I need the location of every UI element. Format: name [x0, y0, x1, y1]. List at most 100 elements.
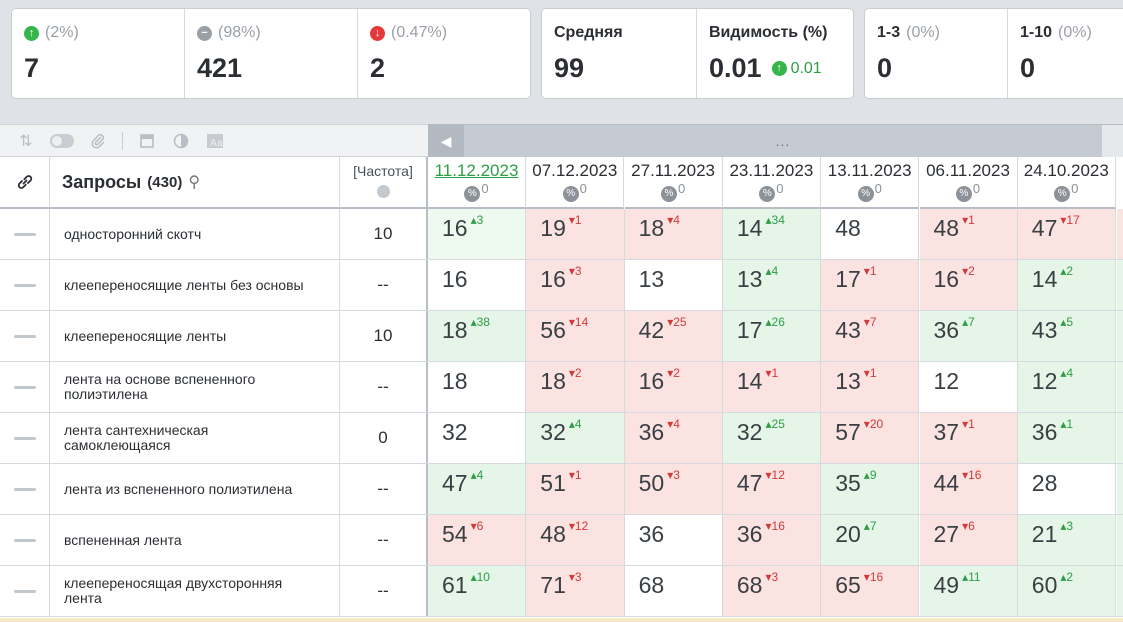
position-cell[interactable]: 51 ▾1: [526, 464, 625, 514]
row-menu-handle[interactable]: [0, 464, 50, 514]
date-column-header[interactable]: 11.12.2023% 0: [428, 157, 526, 209]
window-icon[interactable]: [137, 132, 157, 150]
position-cell[interactable]: 57 ▾20: [821, 413, 920, 463]
percent-icon[interactable]: %: [955, 185, 972, 202]
position-cell[interactable]: 12 ▴4: [1017, 362, 1117, 412]
date-column-header[interactable]: 23.11.2023% 0: [722, 157, 821, 209]
query-text[interactable]: лента на основе вспененного полиэтилена: [50, 362, 340, 412]
position-cell[interactable]: 14 ▴2: [1017, 260, 1117, 310]
queries-column-header[interactable]: Запросы (430) ⚲: [50, 157, 340, 209]
position-cell[interactable]: 36 ▴7: [919, 311, 1018, 361]
date-column-header[interactable]: 24.10.2023% 0: [1017, 157, 1116, 209]
query-text[interactable]: лента сантехническая самоклеющаяся: [50, 413, 340, 463]
position-cell[interactable]: 43 ▾7: [821, 311, 920, 361]
position-cell[interactable]: 20 ▴7: [821, 515, 920, 565]
position-cell[interactable]: 47 ▾12: [722, 464, 822, 514]
position-cell[interactable]: 32 ▴25: [722, 413, 822, 463]
position-cell[interactable]: 44 ▾16: [919, 464, 1018, 514]
position-cell[interactable]: 32: [428, 413, 527, 463]
position-cell[interactable]: 18: [428, 362, 527, 412]
row-menu-handle[interactable]: [0, 362, 50, 412]
position-cell[interactable]: 16 ▾2: [919, 260, 1018, 310]
position-cell[interactable]: 32 ▴4: [526, 413, 625, 463]
table-row[interactable]: клеепереносящие ленты без основы -- 16 16 ▾3…: [0, 260, 1123, 311]
position-cell[interactable]: 42 ▾25: [624, 311, 723, 361]
position-cell[interactable]: 47 ▴4: [428, 464, 527, 514]
stat-unchanged[interactable]: − (98%) 421: [185, 9, 358, 98]
query-text[interactable]: клеепереносящие ленты без основы: [50, 260, 340, 310]
row-menu-handle[interactable]: [0, 311, 50, 361]
table-row[interactable]: лента сантехническая самоклеющаяся 0 32 32 ▴…: [0, 413, 1123, 464]
percent-icon[interactable]: %: [1054, 185, 1071, 202]
date-column-header[interactable]: 07.12.2023% 0: [526, 157, 625, 209]
position-cell[interactable]: 13 ▾1: [821, 362, 920, 412]
percent-icon[interactable]: %: [660, 185, 677, 202]
query-text[interactable]: вспененная лента: [50, 515, 340, 565]
position-cell[interactable]: 48 ▾12: [526, 515, 625, 565]
position-cell[interactable]: 18 ▴38: [428, 311, 527, 361]
position-cell[interactable]: 48: [821, 209, 920, 259]
toggle-switch[interactable]: [50, 133, 74, 148]
query-text[interactable]: односторонний скотч: [50, 209, 340, 259]
position-cell[interactable]: 14 ▴34: [722, 209, 822, 259]
date-column-header[interactable]: 13.11.2023% 0: [821, 157, 920, 209]
stat-top-10[interactable]: 1-10 (0%) 0: [1008, 9, 1123, 98]
position-cell[interactable]: 18 ▾2: [526, 362, 625, 412]
position-cell[interactable]: 14 ▾1: [722, 362, 822, 412]
stat-improved[interactable]: ↑ (2%) 7: [12, 9, 185, 98]
position-cell[interactable]: 48 ▾1: [919, 209, 1018, 259]
position-cell[interactable]: 16: [428, 260, 527, 310]
position-cell[interactable]: 49 ▴11: [919, 566, 1018, 616]
percent-icon[interactable]: %: [857, 185, 874, 202]
table-row[interactable]: вспененная лента -- 54 ▾6 48 ▾12 36 36 ▾16 20 ▴7 27…: [0, 515, 1123, 566]
percent-icon[interactable]: %: [562, 185, 579, 202]
position-cell[interactable]: 18 ▾4: [624, 209, 723, 259]
scroll-left-button[interactable]: ◀: [428, 125, 464, 157]
row-menu-handle[interactable]: [0, 566, 50, 616]
query-text[interactable]: лента из вспененного полиэтилена: [50, 464, 340, 514]
date-columns-scrollbar[interactable]: ◀ ...: [428, 124, 1123, 157]
sort-icon[interactable]: ⇅: [16, 132, 36, 150]
position-cell[interactable]: 27 ▾6: [919, 515, 1018, 565]
position-cell[interactable]: 68 ▾3: [722, 566, 822, 616]
position-cell[interactable]: 50 ▾3: [624, 464, 723, 514]
row-menu-handle[interactable]: [0, 260, 50, 310]
table-row[interactable]: клеепереносящие ленты 10 18 ▴38 56 ▾14 42 ▾25 17…: [0, 311, 1123, 362]
position-cell[interactable]: 13: [625, 260, 723, 310]
table-row[interactable]: клеепереносящая двухсторонняя лента -- 61 ▴…: [0, 566, 1123, 617]
position-cell[interactable]: 17 ▾1: [821, 260, 920, 310]
position-cell[interactable]: 36 ▾4: [624, 413, 723, 463]
position-cell[interactable]: 61 ▴10: [428, 566, 527, 616]
row-menu-handle[interactable]: [0, 413, 50, 463]
position-cell[interactable]: 43 ▴5: [1017, 311, 1117, 361]
table-row[interactable]: лента на основе вспененного полиэтилена -…: [0, 362, 1123, 413]
position-cell[interactable]: 36 ▴1: [1017, 413, 1117, 463]
position-cell[interactable]: 16 ▴3: [428, 209, 527, 259]
frequency-column-header[interactable]: [Частота]: [340, 157, 428, 209]
link-column-header[interactable]: [0, 157, 50, 209]
position-cell[interactable]: 36 ▾16: [722, 515, 822, 565]
position-cell[interactable]: 60 ▴2: [1017, 566, 1117, 616]
position-cell[interactable]: 28: [1018, 464, 1117, 514]
percent-icon[interactable]: %: [759, 185, 776, 202]
position-cell[interactable]: 13 ▴4: [722, 260, 822, 310]
date-column-header[interactable]: 27.11.2023% 0: [624, 157, 723, 209]
contrast-icon[interactable]: [171, 132, 191, 150]
position-cell[interactable]: 71 ▾3: [526, 566, 625, 616]
position-cell[interactable]: 17 ▴26: [722, 311, 822, 361]
paperclip-icon[interactable]: [88, 132, 108, 150]
position-cell[interactable]: 21 ▴3: [1017, 515, 1117, 565]
percent-icon[interactable]: %: [464, 185, 481, 202]
search-icon[interactable]: ⚲: [188, 172, 200, 192]
position-cell[interactable]: 68: [625, 566, 723, 616]
position-cell[interactable]: 36: [625, 515, 723, 565]
position-cell[interactable]: 54 ▾6: [428, 515, 527, 565]
stat-worsened[interactable]: ↓ (0.47%) 2: [358, 9, 530, 98]
position-cell[interactable]: 16 ▾2: [624, 362, 723, 412]
position-cell[interactable]: 12: [920, 362, 1018, 412]
position-cell[interactable]: 16 ▾3: [526, 260, 625, 310]
row-menu-handle[interactable]: [0, 515, 50, 565]
scroll-thumb[interactable]: ...: [464, 125, 1102, 157]
row-menu-handle[interactable]: [0, 209, 50, 259]
position-cell[interactable]: 56 ▾14: [526, 311, 625, 361]
